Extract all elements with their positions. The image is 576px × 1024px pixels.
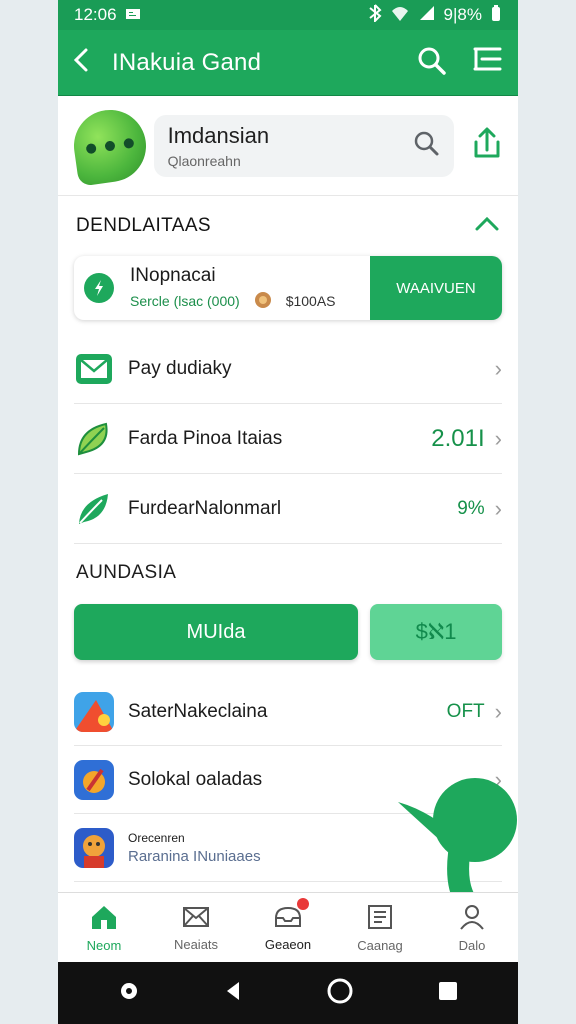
list-item-label: Farda Pinoa Itaias xyxy=(128,427,283,449)
back-icon[interactable] xyxy=(72,47,92,78)
app-icon xyxy=(74,759,114,800)
chevron-up-icon[interactable] xyxy=(474,216,500,237)
list-item-label: Pay dudiaky xyxy=(128,357,232,379)
app-icon xyxy=(74,827,114,868)
system-navigation-bar xyxy=(58,962,518,1024)
list-item[interactable]: FurdearNalonmarl 9% › xyxy=(74,474,502,544)
leaf-icon xyxy=(74,419,114,459)
home-nav-icon[interactable] xyxy=(326,977,354,1010)
nav-messages[interactable]: Neaiats xyxy=(150,893,242,962)
nav-label: Caanag xyxy=(357,937,403,953)
promo-title: INopnacai xyxy=(130,264,216,286)
details-section-header[interactable]: DENDLAITAAS xyxy=(58,196,518,256)
status-bar: 12:06 9|8% xyxy=(58,0,518,30)
primary-action-button[interactable]: MUIda xyxy=(74,604,358,660)
app-bar: INakuia Gand xyxy=(58,30,518,96)
notification-icon xyxy=(125,5,141,25)
nav-label: Geaeon xyxy=(264,936,312,952)
inbox-badge-icon xyxy=(273,897,309,933)
nav-label: Neom xyxy=(86,937,122,953)
nav-home[interactable]: Neom xyxy=(58,893,150,962)
list-item-value: 9% xyxy=(457,497,485,519)
status-time: 12:06 xyxy=(74,5,117,24)
promo-card[interactable]: INopnacai Sercle (lsac (000) $100AS WAAI… xyxy=(74,256,502,320)
status-right: 9|8% xyxy=(368,3,502,27)
promo-cta-button[interactable]: WAAIVUEN xyxy=(370,256,502,320)
profile-header: Imdansian Qlaonreahn xyxy=(58,96,518,196)
bluetooth-icon xyxy=(368,3,382,27)
app-value: OFT xyxy=(446,700,485,722)
list-item-value: 2.01I xyxy=(431,424,485,452)
profile-search-card[interactable]: Imdansian Qlaonreahn xyxy=(153,114,454,177)
app-bar-title: INakuia Gand xyxy=(112,48,262,76)
nav-documents[interactable]: Caanag xyxy=(334,893,426,962)
chevron-right-icon: › xyxy=(494,355,502,381)
signal-icon xyxy=(418,5,436,26)
mail-icon xyxy=(74,349,114,389)
list-item[interactable]: Farda Pinoa Itaias 2.01I › xyxy=(74,404,502,474)
list-item-label: FurdearNalonmarl xyxy=(128,497,282,519)
profile-subtitle: Qlaonreahn xyxy=(167,152,241,169)
promo-info: INopnacai Sercle (lsac (000) $100AS xyxy=(130,265,370,312)
nav-notifications[interactable]: Geaeon xyxy=(242,893,334,962)
promo-meta: Sercle (lsac (000) $100AS xyxy=(130,291,370,312)
leaf-icon xyxy=(74,489,114,529)
status-left: 12:06 xyxy=(74,5,141,25)
recents-nav-icon[interactable] xyxy=(437,980,459,1007)
action-buttons: MUIda $ℵ1 xyxy=(58,604,518,660)
wifi-icon xyxy=(390,5,410,26)
battery-percentage: 9|8% xyxy=(443,5,482,24)
promo-amount: $100AS xyxy=(285,293,336,309)
nav-label: Dalo xyxy=(458,937,486,953)
share-icon[interactable] xyxy=(472,126,502,165)
profile-search-icon[interactable] xyxy=(412,129,440,162)
chevron-right-icon: › xyxy=(494,425,502,451)
search-icon[interactable] xyxy=(416,45,446,80)
chevron-right-icon: › xyxy=(494,698,502,724)
menu-icon[interactable] xyxy=(472,45,504,80)
profile-icon xyxy=(457,903,487,934)
inbox-icon xyxy=(181,904,211,933)
document-icon xyxy=(365,903,395,934)
promo-detail: Sercle (lsac (000) xyxy=(130,293,240,309)
nav-profile[interactable]: Dalo xyxy=(426,893,518,962)
profile-name: Imdansian xyxy=(167,122,270,148)
secondary-section-title: AUNDASIA xyxy=(76,562,177,583)
home-icon xyxy=(89,903,119,934)
assistant-icon[interactable] xyxy=(118,980,140,1007)
phone-screen: 12:06 9|8% INakuia Gand Imdansian Qlaonr… xyxy=(58,0,518,1024)
back-nav-icon[interactable] xyxy=(223,980,243,1007)
coin-icon xyxy=(254,291,272,312)
bolt-icon xyxy=(84,273,114,303)
app-label: SaterNakeclaina xyxy=(128,700,268,722)
app-icon xyxy=(74,691,114,732)
battery-icon xyxy=(490,4,502,27)
app-list-item[interactable]: SaterNakeclaina OFT › xyxy=(74,678,502,746)
bottom-navigation: Neom Neaiats Geaeon Caanag Dalo xyxy=(58,892,518,962)
nav-label: Neaiats xyxy=(173,936,219,952)
list-item[interactable]: Pay dudiaky › xyxy=(74,334,502,404)
chevron-right-icon: › xyxy=(494,495,502,521)
app-logo xyxy=(69,104,151,187)
app-bar-actions xyxy=(416,45,504,80)
secondary-action-button[interactable]: $ℵ1 xyxy=(370,604,502,660)
details-section-title: DENDLAITAAS xyxy=(76,215,211,236)
